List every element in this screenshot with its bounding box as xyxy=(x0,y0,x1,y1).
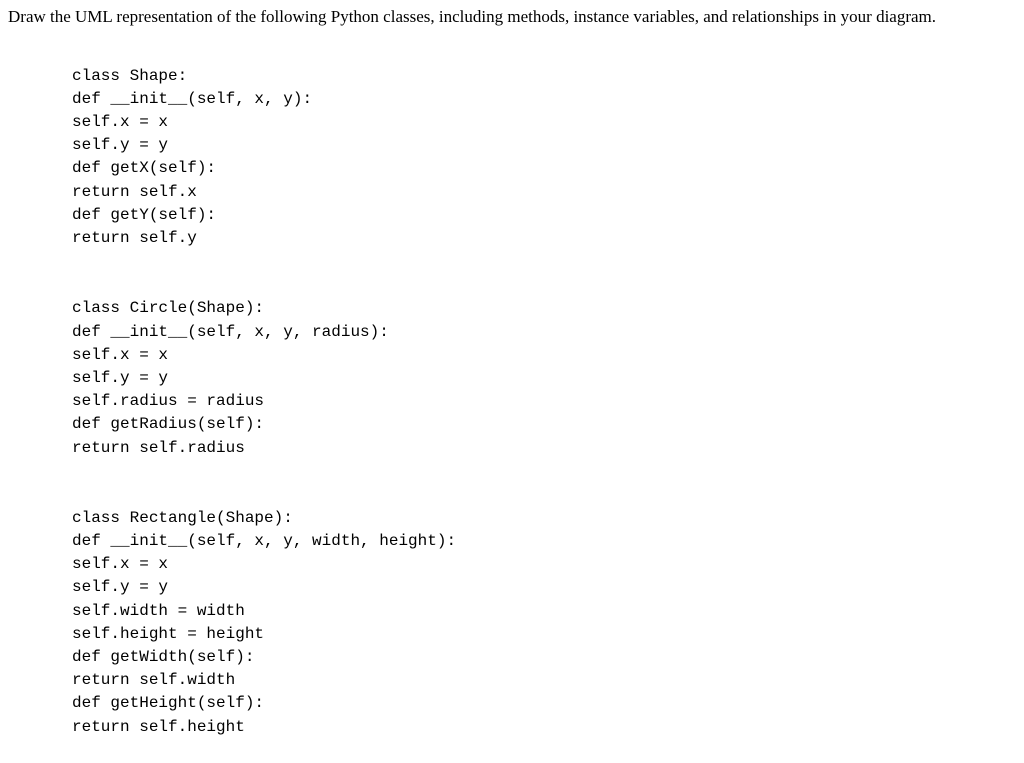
shape-class-code: class Shape: def __init__(self, x, y): s… xyxy=(72,65,1024,251)
code-line: self.radius = radius xyxy=(72,392,264,410)
code-line: def getRadius(self): xyxy=(72,415,264,433)
code-line: self.x = x xyxy=(72,113,168,131)
code-line: def __init__(self, x, y, width, height): xyxy=(72,532,456,550)
code-line: return self.height xyxy=(72,718,245,736)
code-line: return self.x xyxy=(72,183,197,201)
question-prompt: Draw the UML representation of the follo… xyxy=(0,0,1024,42)
code-line: self.y = y xyxy=(72,578,168,596)
rectangle-class-code: class Rectangle(Shape): def __init__(sel… xyxy=(72,507,1024,739)
code-line: return self.width xyxy=(72,671,235,689)
code-line: self.width = width xyxy=(72,602,245,620)
code-line: def getX(self): xyxy=(72,159,216,177)
document-content: Draw the UML representation of the follo… xyxy=(0,0,1024,739)
code-line: return self.radius xyxy=(72,439,245,457)
code-line: def getY(self): xyxy=(72,206,216,224)
code-line: self.y = y xyxy=(72,369,168,387)
code-line: def __init__(self, x, y, radius): xyxy=(72,323,389,341)
code-line: def getHeight(self): xyxy=(72,694,264,712)
circle-class-code: class Circle(Shape): def __init__(self, … xyxy=(72,297,1024,459)
code-line: class Rectangle(Shape): xyxy=(72,509,293,527)
code-listing: class Shape: def __init__(self, x, y): s… xyxy=(0,42,1024,739)
code-line: self.height = height xyxy=(72,625,264,643)
code-line: return self.y xyxy=(72,229,197,247)
code-line: class Circle(Shape): xyxy=(72,299,264,317)
code-line: def getWidth(self): xyxy=(72,648,254,666)
code-line: self.x = x xyxy=(72,555,168,573)
code-line: self.x = x xyxy=(72,346,168,364)
code-line: self.y = y xyxy=(72,136,168,154)
code-line: def __init__(self, x, y): xyxy=(72,90,312,108)
code-line: class Shape: xyxy=(72,67,187,85)
